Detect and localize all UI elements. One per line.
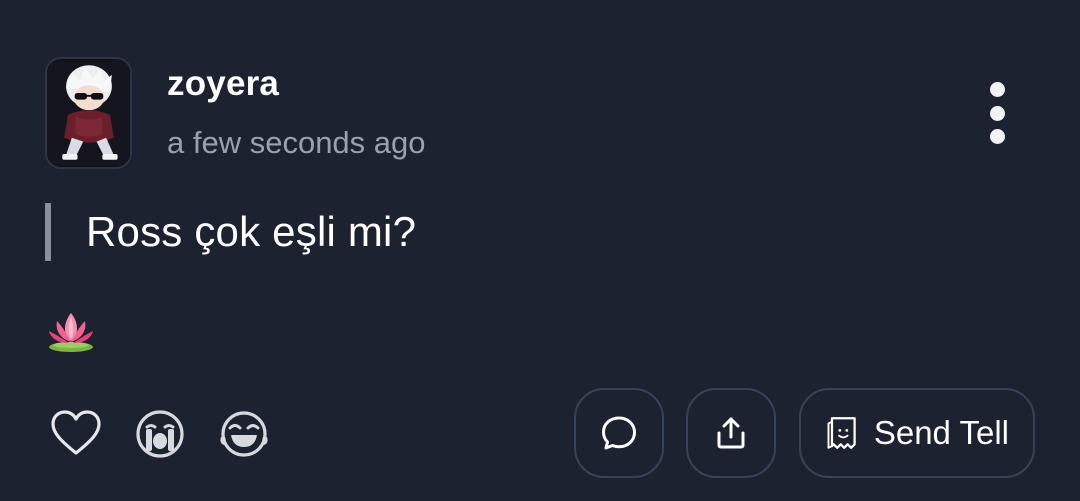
crying-face-icon — [136, 410, 184, 458]
laugh-reaction-button[interactable] — [217, 407, 271, 461]
send-tell-button[interactable]: Send Tell — [799, 388, 1035, 478]
quote-block: Ross çok eşli mi? — [45, 203, 416, 261]
share-upload-icon — [717, 417, 745, 449]
post-timestamp: a few seconds ago — [167, 125, 426, 160]
like-button[interactable] — [49, 407, 103, 461]
comment-button[interactable] — [574, 388, 664, 478]
more-options-button[interactable] — [976, 78, 1018, 148]
quote-bar — [45, 203, 51, 261]
comment-bubble-icon — [602, 416, 636, 450]
more-vertical-icon — [989, 82, 1005, 97]
lotus-emoji — [45, 307, 97, 353]
avatar-image — [47, 59, 130, 167]
tell-note-icon — [827, 417, 856, 449]
heart-icon — [51, 410, 101, 455]
share-button[interactable] — [686, 388, 776, 478]
avatar[interactable] — [45, 57, 132, 169]
cry-reaction-button[interactable] — [133, 407, 187, 461]
send-tell-label: Send Tell — [873, 414, 1009, 451]
post-card: zoyera a few seconds ago Ross çok eşli m… — [0, 0, 1080, 501]
quote-text: Ross çok eşli mi? — [86, 208, 417, 255]
more-dot — [989, 105, 1005, 121]
laughing-face-icon — [220, 411, 268, 457]
more-dot — [989, 129, 1005, 144]
username[interactable]: zoyera — [167, 64, 279, 104]
